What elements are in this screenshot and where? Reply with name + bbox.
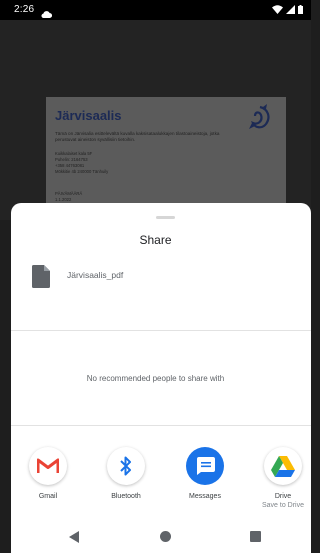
app-label-drive: Drive: [274, 493, 292, 500]
home-icon[interactable]: [160, 531, 171, 542]
app-sublabel-drive: Save to Drive: [261, 502, 305, 509]
status-bar: 2:26: [0, 0, 311, 20]
document-date: PÄIVÄMÄÄRÄ 1.1.2022: [55, 191, 83, 203]
file-icon: [32, 265, 50, 288]
drive-icon: [264, 447, 302, 485]
app-label-bluetooth: Bluetooth: [111, 493, 141, 500]
signal-icon: [286, 5, 295, 14]
wifi-icon: [272, 5, 283, 14]
share-target-messages[interactable]: Messages: [169, 447, 241, 500]
share-sheet-title: Share: [139, 233, 172, 247]
divider: [11, 425, 311, 426]
recents-icon[interactable]: [250, 531, 261, 542]
no-recommended-people-text: No recommended people to share with: [86, 374, 225, 383]
fish-logo-icon: [249, 104, 270, 129]
document-title: Järvisaalis: [55, 108, 122, 123]
bluetooth-icon: [107, 447, 145, 485]
share-target-gmail[interactable]: Gmail: [12, 447, 84, 500]
shared-file-name: Järvisaalis_pdf: [67, 270, 124, 280]
share-apps-row: Gmail Bluetooth Messages Drive Save to D…: [11, 447, 311, 517]
document-intro: Tämä on Järvisalia esittelevältä kuvalla…: [55, 131, 220, 142]
status-time: 2:26: [14, 4, 35, 15]
share-target-drive[interactable]: Drive Save to Drive: [247, 447, 319, 509]
app-label-gmail: Gmail: [38, 493, 58, 500]
navigation-bar: [11, 523, 311, 553]
messages-icon: [186, 447, 224, 485]
back-icon[interactable]: [69, 531, 79, 543]
status-icons: [272, 5, 303, 14]
shared-file-row: Järvisaalis_pdf: [11, 261, 311, 297]
share-sheet: Share Järvisaalis_pdf No recommended peo…: [11, 203, 311, 523]
battery-icon: [298, 5, 303, 14]
share-target-bluetooth[interactable]: Bluetooth: [90, 447, 162, 500]
divider: [11, 330, 311, 331]
document-preview-area: Järvisaalis Tämä on Järvisalia esittelev…: [0, 20, 311, 222]
sheet-drag-handle[interactable]: [156, 216, 175, 219]
document-address: Kuikkalaiset kala 5F Puhelin: 2164753 +3…: [55, 151, 109, 175]
app-label-messages: Messages: [189, 493, 221, 500]
gmail-icon: [29, 447, 67, 485]
